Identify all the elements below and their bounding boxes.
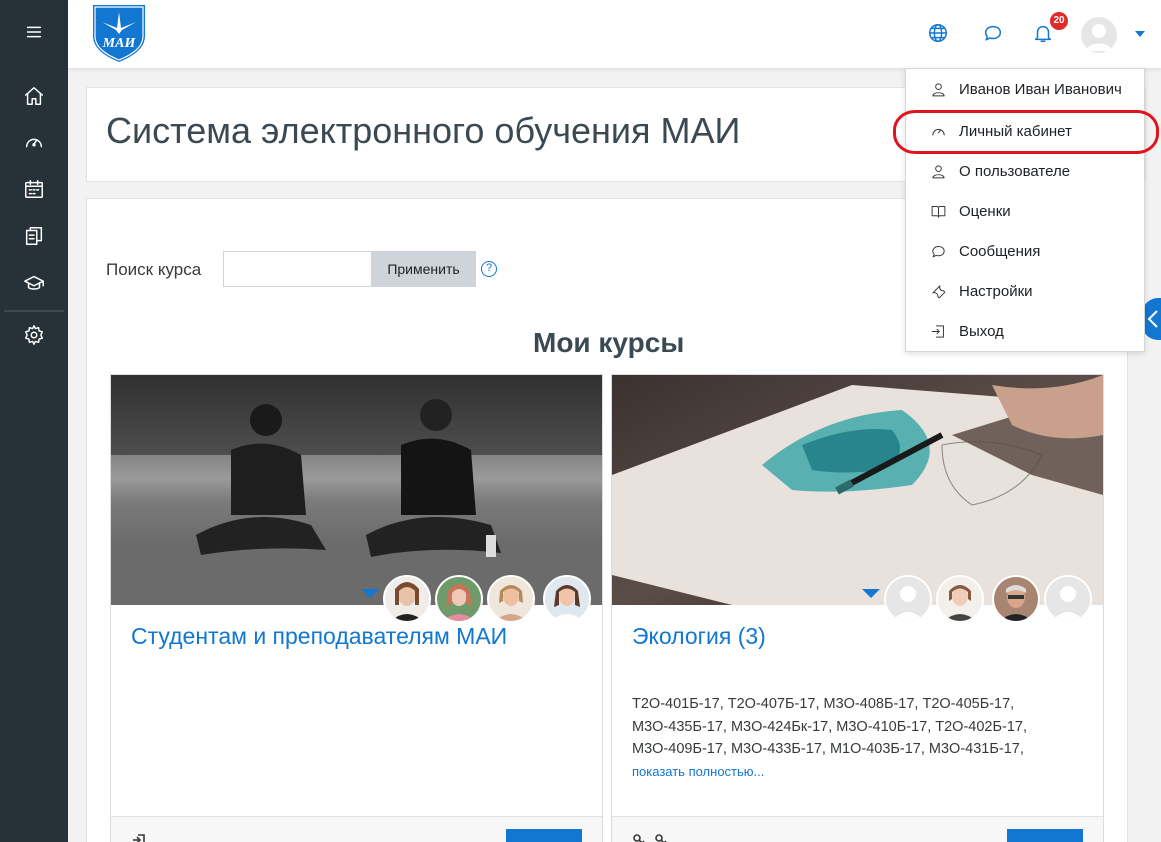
course-card-footer bbox=[612, 816, 1103, 842]
participant-avatar[interactable] bbox=[936, 575, 984, 623]
enrol-key-icon bbox=[632, 832, 672, 842]
participant-avatar[interactable] bbox=[435, 575, 483, 623]
user-menu-caret-icon[interactable] bbox=[1135, 31, 1145, 37]
course-groups-text: Т2О-401Б-17, Т2О-407Б-17, М3О-408Б-17, Т… bbox=[632, 696, 1027, 757]
menu-item-label: Личный кабинет bbox=[959, 122, 1072, 140]
course-description: Т2О-401Б-17, Т2О-407Б-17, М3О-408Б-17, Т… bbox=[632, 693, 1092, 783]
participant-avatar[interactable] bbox=[383, 575, 431, 623]
menu-item-label: Настройки bbox=[959, 282, 1033, 300]
home-icon[interactable] bbox=[0, 74, 68, 118]
menu-item-settings[interactable]: Настройки bbox=[906, 271, 1144, 311]
menu-item-label: Сообщения bbox=[959, 242, 1041, 260]
course-image[interactable] bbox=[111, 375, 602, 605]
user-avatar[interactable] bbox=[1081, 17, 1117, 53]
menu-item-logout[interactable]: Выход bbox=[906, 311, 1144, 351]
menu-item-label: Оценки bbox=[959, 202, 1011, 220]
menu-item-label: Иванов Иван Иванович bbox=[959, 80, 1122, 98]
course-card-footer bbox=[111, 816, 602, 842]
show-more-link[interactable]: показать полностью... bbox=[632, 761, 1092, 784]
user-dropdown-menu: Иванов Иван Иванович Личный кабинет О по… bbox=[905, 68, 1145, 352]
menu-item-profile-name[interactable]: Иванов Иван Иванович bbox=[906, 69, 1144, 109]
calendar-icon[interactable] bbox=[0, 167, 68, 211]
menu-item-about-user[interactable]: О пользователе bbox=[906, 151, 1144, 191]
menu-item-dashboard[interactable]: Личный кабинет bbox=[906, 111, 1144, 151]
help-icon[interactable]: ? bbox=[481, 261, 497, 277]
course-title-link[interactable]: Студентам и преподавателям МАИ bbox=[131, 623, 507, 650]
menu-item-grades[interactable]: Оценки bbox=[906, 191, 1144, 231]
sidebar bbox=[0, 0, 68, 842]
my-courses-title: Мои курсы bbox=[533, 327, 685, 358]
grades-icon bbox=[931, 205, 946, 218]
dashboard-icon[interactable] bbox=[0, 121, 68, 165]
menu-item-messages[interactable]: Сообщения bbox=[906, 231, 1144, 271]
message-icon bbox=[932, 245, 945, 257]
courses-icon[interactable] bbox=[0, 261, 68, 305]
participants-toggle-icon[interactable] bbox=[361, 589, 379, 598]
enrol-self-icon bbox=[131, 832, 147, 842]
participant-avatar[interactable] bbox=[487, 575, 535, 623]
user-icon bbox=[932, 164, 945, 178]
course-search-input[interactable] bbox=[223, 251, 372, 287]
files-icon[interactable] bbox=[0, 214, 68, 258]
apply-search-button[interactable]: Применить bbox=[371, 251, 476, 287]
participants-toggle-icon[interactable] bbox=[862, 589, 880, 598]
menu-icon[interactable] bbox=[0, 10, 68, 54]
course-title-link[interactable]: Экология (3) bbox=[632, 623, 766, 650]
chevron-left-icon bbox=[1147, 310, 1158, 328]
logout-icon bbox=[931, 324, 944, 338]
participant-avatar[interactable] bbox=[884, 575, 932, 623]
enter-course-button[interactable] bbox=[506, 829, 582, 842]
language-globe-icon[interactable] bbox=[927, 22, 951, 46]
course-image[interactable] bbox=[612, 375, 1103, 605]
wrench-icon bbox=[932, 284, 946, 298]
page-title: Система электронного обучения МАИ bbox=[106, 110, 741, 151]
course-card: Экология (3) Т2О-401Б-17, Т2О-407Б-17, М… bbox=[611, 374, 1104, 842]
participant-avatar[interactable] bbox=[543, 575, 591, 623]
logo-text: МАИ bbox=[102, 36, 137, 51]
participant-avatar[interactable] bbox=[992, 575, 1040, 623]
user-icon bbox=[932, 82, 945, 96]
enter-course-button[interactable] bbox=[1007, 829, 1083, 842]
sidebar-divider bbox=[4, 310, 64, 312]
dashboard-icon bbox=[932, 128, 945, 136]
participant-avatar[interactable] bbox=[1044, 575, 1092, 623]
mai-logo[interactable]: МАИ bbox=[86, 0, 152, 65]
menu-item-label: Выход bbox=[959, 322, 1004, 340]
search-label: Поиск курса bbox=[106, 260, 202, 279]
settings-icon[interactable] bbox=[0, 313, 68, 357]
messages-icon[interactable] bbox=[982, 22, 1006, 46]
course-card: Студентам и преподавателям МАИ bbox=[110, 374, 603, 842]
menu-item-label: О пользователе bbox=[959, 162, 1071, 180]
notification-count-badge: 20 bbox=[1050, 12, 1068, 30]
